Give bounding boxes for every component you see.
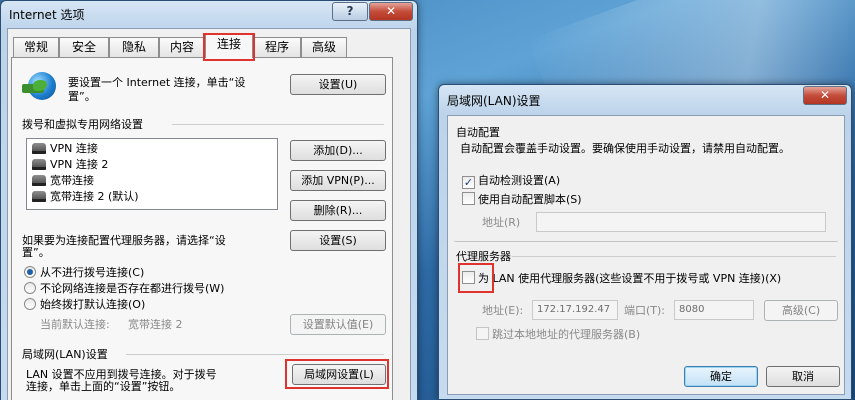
highlight-connections-tab [203, 33, 255, 61]
advanced-button[interactable]: 高级(C) [764, 300, 838, 321]
checkbox-icon [462, 192, 475, 205]
tab-programs[interactable]: 程序 [253, 37, 301, 57]
dialup-connection-icon [32, 159, 46, 170]
help-button[interactable]: ? [332, 2, 368, 21]
proxy-address-input[interactable]: 172.17.192.47 [532, 300, 618, 320]
tab-content[interactable]: 内容 [159, 37, 205, 57]
auto-detect-checkbox[interactable]: ✓ 自动检测设置(A) [462, 172, 560, 189]
current-default-value: 宽带连接 2 [128, 318, 183, 331]
ok-button[interactable]: 确定 [684, 366, 758, 387]
lan-settings-dialog: 局域网(LAN)设置 ✕ 自动配置 自动配置会覆盖手动设置。要确保使用手动设置，… [438, 84, 852, 400]
lan-dialog-titlebar[interactable]: 局域网(LAN)设置 [439, 87, 851, 115]
radio-icon [24, 282, 36, 294]
radio-selected-icon [24, 266, 36, 278]
proxy-text-line1: 如果要为连接配置代理服务器，请选择“设 [22, 234, 226, 247]
internet-options-window: Internet 选项 ? ✕ 常规 安全 隐私 内容 连接 程序 高级 要设置… [0, 0, 418, 400]
tab-general[interactable]: 常规 [13, 37, 59, 57]
connection-settings-button[interactable]: 设置(S) [290, 230, 386, 251]
port-label: 端口(T): [624, 304, 666, 317]
radio-icon [24, 298, 36, 310]
dialup-section-label: 拨号和虚拟专用网络设置 [22, 118, 143, 131]
radio-dial-without-network[interactable]: 不论网络连接是否存在都进行拨号(W) [24, 280, 224, 296]
list-item[interactable]: VPN 连接 2 [32, 157, 108, 173]
list-item[interactable]: 宽带连接 2 (默认) [32, 189, 139, 205]
current-default-label: 当前默认连接: [40, 318, 110, 331]
port-input[interactable]: 8080 [674, 300, 754, 320]
highlight-lan-settings-button [285, 359, 389, 389]
remove-button[interactable]: 删除(R)... [290, 200, 386, 221]
radio-never-dial[interactable]: 从不进行拨号连接(C) [24, 264, 144, 280]
bypass-local-checkbox[interactable]: 跳过本地地址的代理服务器(B) [476, 326, 640, 342]
dialup-section-divider [172, 124, 384, 125]
connections-list[interactable]: VPN 连接 VPN 连接 2 宽带连接 宽带连接 2 (默认) [26, 138, 278, 210]
tab-security[interactable]: 安全 [59, 37, 109, 57]
add-button[interactable]: 添加(D)... [290, 140, 386, 161]
lan-dialog-title: 局域网(LAN)设置 [447, 94, 541, 108]
proxy-server-header: 代理服务器 [456, 250, 511, 263]
list-item[interactable]: 宽带连接 [32, 173, 94, 189]
checkbox-checked-icon: ✓ [462, 176, 475, 189]
close-button[interactable]: ✕ [369, 2, 413, 21]
tab-advanced[interactable]: 高级 [301, 37, 347, 57]
highlight-use-proxy-checkbox [458, 263, 494, 293]
lan-close-button[interactable]: ✕ [803, 86, 847, 105]
proxy-group-divider [512, 256, 836, 257]
proxy-text-line2: 置”。 [22, 246, 50, 259]
radio-always-dial[interactable]: 始终拨打默认连接(O) [24, 296, 145, 312]
dialup-connection-icon [32, 175, 46, 186]
connections-panel: 要设置一个 Internet 连接，单击“设 置”。 设置(U) 拨号和虚拟专用… [11, 57, 393, 400]
use-proxy-checkbox[interactable]: 为 LAN 使用代理服务器(这些设置不用于拨号或 VPN 连接)(X) [462, 270, 781, 286]
setup-text-line2: 置”。 [68, 90, 96, 103]
dialup-connection-icon [32, 191, 46, 202]
internet-globe-icon [22, 72, 56, 100]
lan-section-divider [126, 354, 384, 355]
set-default-button[interactable]: 设置默认值(E) [290, 314, 386, 335]
lan-text-line2: 连接，单击上面的“设置”按钮。 [26, 380, 181, 393]
auto-config-description: 自动配置会覆盖手动设置。要确保使用手动设置，请禁用自动配置。 [460, 142, 790, 155]
window-title: Internet 选项 [9, 8, 85, 22]
cancel-button[interactable]: 取消 [766, 366, 840, 387]
auto-script-checkbox[interactable]: 使用自动配置脚本(S) [462, 191, 582, 207]
proxy-address-label: 地址(E): [482, 304, 524, 317]
dialup-connection-icon [32, 143, 46, 154]
script-address-label: 地址(R) [482, 216, 521, 229]
add-vpn-button[interactable]: 添加 VPN(P)... [290, 170, 386, 191]
checkbox-icon [476, 327, 489, 340]
setup-button[interactable]: 设置(U) [290, 74, 386, 95]
lan-section-label: 局域网(LAN)设置 [22, 348, 108, 361]
lan-dialog-client: 自动配置 自动配置会覆盖手动设置。要确保使用手动设置，请禁用自动配置。 ✓ 自动检… [447, 115, 845, 395]
script-address-input[interactable] [536, 212, 826, 232]
tab-privacy[interactable]: 隐私 [109, 37, 159, 57]
list-item[interactable]: VPN 连接 [32, 141, 98, 157]
